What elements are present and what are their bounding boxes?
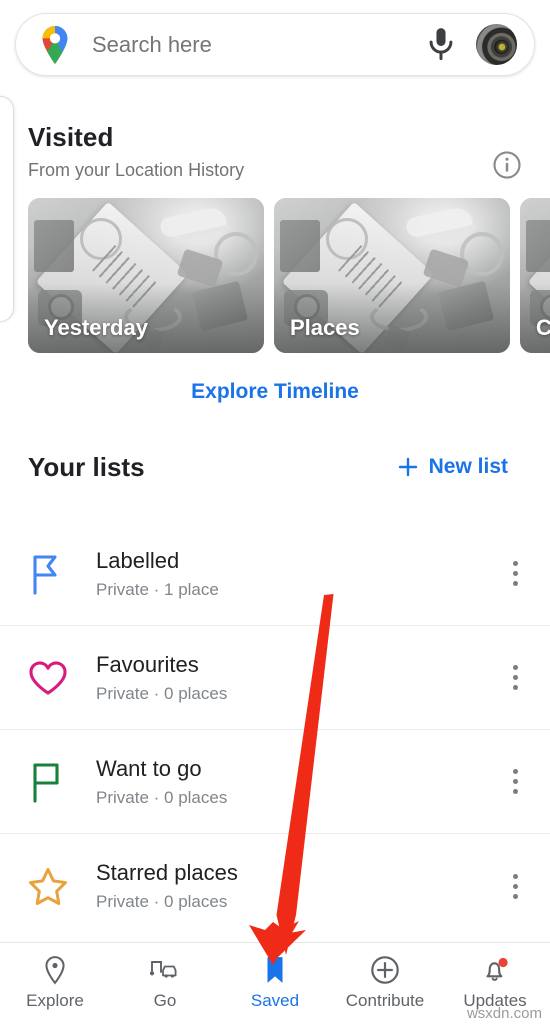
list-icon-slot: [0, 553, 96, 595]
search-bar[interactable]: [15, 13, 535, 76]
map-pin-icon: [45, 956, 65, 985]
list-item-want-to-go[interactable]: Want to go Private · 0 places: [0, 730, 550, 834]
google-maps-saved-screen: Visited From your Location History Yeste…: [0, 0, 550, 1024]
search-input[interactable]: [92, 31, 424, 58]
bell-icon: [486, 957, 508, 981]
nav-label: Saved: [250, 991, 300, 1010]
overflow-menu-icon: [512, 665, 518, 670]
timeline-card[interactable]: C: [520, 198, 550, 353]
visited-info-button[interactable]: [492, 150, 522, 180]
overflow-menu-button[interactable]: [480, 873, 550, 899]
list-name: Favourites: [96, 651, 199, 677]
bookmark-icon: [267, 957, 283, 983]
list-meta: Private · 0 places: [96, 683, 228, 703]
plus-icon: [398, 457, 417, 477]
saved-lists: Labelled Private · 1 place Favourites Pr…: [0, 522, 550, 938]
list-name: Want to go: [96, 755, 202, 781]
list-item-starred-places[interactable]: Starred places Private · 0 places: [0, 834, 550, 938]
list-text: Labelled Private · 1 place: [96, 548, 480, 600]
list-name: Starred places: [96, 860, 238, 885]
list-meta: Private · 0 places: [96, 892, 228, 911]
visited-subtitle: From your Location History: [28, 160, 245, 180]
search-header: [0, 0, 550, 96]
nav-tab-saved[interactable]: Saved: [220, 943, 330, 1024]
flag-icon: [33, 762, 59, 803]
microphone-icon: [429, 27, 453, 60]
overflow-menu-button[interactable]: [480, 561, 550, 586]
new-list-label: New list: [428, 455, 508, 478]
list-item-labelled[interactable]: Labelled Private · 1 place: [0, 522, 550, 626]
overflow-menu-icon: [512, 769, 518, 774]
star-icon: [29, 868, 67, 905]
timeline-card[interactable]: Places: [274, 198, 510, 353]
directions-icon: [150, 961, 177, 978]
list-meta: Private · 0 places: [96, 787, 228, 807]
flag-icon: [33, 554, 57, 595]
list-icon-slot: [0, 866, 96, 906]
visited-cards-strip[interactable]: Yesterday Places C: [0, 198, 550, 356]
nav-tab-go[interactable]: Go: [110, 943, 220, 1024]
avatar[interactable]: [476, 24, 517, 65]
info-icon: [493, 151, 521, 179]
overflow-menu-button[interactable]: [480, 665, 550, 690]
nav-tab-contribute[interactable]: Contribute: [330, 943, 440, 1024]
your-lists-title: Your lists: [28, 452, 145, 482]
list-text: Favourites Private · 0 places: [96, 652, 480, 704]
explore-timeline-link[interactable]: Explore Timeline: [0, 380, 550, 404]
nav-label: Contribute: [345, 991, 425, 1010]
overflow-menu-icon: [512, 873, 518, 879]
timeline-card-label: Places: [290, 315, 360, 340]
google-maps-pin-icon: [42, 25, 68, 64]
list-meta: Private · 1 place: [96, 579, 219, 599]
notification-badge-dot: [498, 957, 508, 968]
watermark: wsxdn.com: [466, 1005, 542, 1022]
overflow-menu-button[interactable]: [480, 769, 550, 794]
plus-circle-icon: [371, 956, 399, 984]
nav-label: Go: [153, 991, 177, 1010]
list-text: Want to go Private · 0 places: [96, 756, 480, 808]
visited-title: Visited: [28, 122, 114, 152]
nav-label: Explore: [26, 991, 84, 1010]
visited-section-header: Visited From your Location History: [0, 112, 550, 190]
timeline-card-label: C: [536, 315, 550, 340]
voice-search-button[interactable]: [424, 26, 458, 64]
new-list-button[interactable]: New list: [397, 455, 508, 479]
list-text: Starred places Private · 0 places: [96, 860, 480, 912]
your-lists-header: Your lists New list: [0, 452, 550, 496]
list-item-favourites[interactable]: Favourites Private · 0 places: [0, 626, 550, 730]
nav-tab-explore[interactable]: Explore: [0, 943, 110, 1024]
list-name: Labelled: [96, 547, 180, 573]
timeline-card-label: Yesterday: [44, 315, 148, 340]
heart-icon: [29, 660, 67, 695]
timeline-card[interactable]: Yesterday: [28, 198, 264, 353]
overflow-menu-icon: [512, 561, 518, 566]
list-icon-slot: [0, 761, 96, 803]
list-icon-slot: [0, 659, 96, 697]
